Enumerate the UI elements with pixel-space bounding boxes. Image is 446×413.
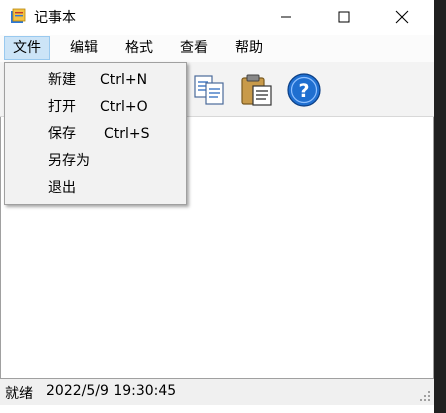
copy-icon <box>194 75 224 105</box>
paste-button[interactable] <box>239 72 275 108</box>
status-bar: 就绪 2022/5/9 19:30:45 <box>0 379 434 405</box>
maximize-icon <box>338 11 350 22</box>
menu-item-label: 另存为 <box>48 153 90 169</box>
paste-icon <box>241 74 272 106</box>
menu-file[interactable]: 文件 <box>4 36 50 60</box>
minimize-button[interactable] <box>257 0 315 33</box>
maximize-button[interactable] <box>315 0 373 33</box>
copy-button[interactable] <box>192 72 228 108</box>
notepad-window: 记事本 文件 编辑 格式 查看 帮助 ? 就绪 2022/5/9 19:30:4… <box>0 0 434 413</box>
menu-bar: 文件 编辑 格式 查看 帮助 <box>0 35 434 62</box>
status-ready-text: 就绪 <box>5 386 33 402</box>
menu-edit[interactable]: 编辑 <box>62 36 106 60</box>
file-menu-exit[interactable]: 退出 <box>7 175 184 201</box>
status-datetime: 2022/5/9 19:30:45 <box>46 383 177 399</box>
menu-item-label: 保存 <box>48 126 76 142</box>
close-icon <box>395 10 409 23</box>
menu-item-shortcut: Ctrl+N <box>100 72 148 88</box>
help-icon: ? <box>287 73 321 107</box>
menu-item-shortcut: Ctrl+S <box>104 126 150 142</box>
help-button[interactable]: ? <box>286 72 322 108</box>
file-menu-dropdown: 新建 Ctrl+N 打开 Ctrl+O 保存 Ctrl+S 另存为 退出 <box>4 62 187 205</box>
menu-item-label: 新建 <box>48 72 76 88</box>
file-menu-new[interactable]: 新建 Ctrl+N <box>7 67 184 93</box>
menu-item-label: 打开 <box>48 99 76 115</box>
window-title: 记事本 <box>34 10 76 26</box>
menu-view[interactable]: 查看 <box>172 36 216 60</box>
menu-item-shortcut: Ctrl+O <box>100 99 148 115</box>
menu-format[interactable]: 格式 <box>117 36 161 60</box>
title-bar[interactable]: 记事本 <box>0 0 434 33</box>
minimize-icon <box>281 16 291 17</box>
menu-help[interactable]: 帮助 <box>227 36 271 60</box>
file-menu-open[interactable]: 打开 Ctrl+O <box>7 94 184 120</box>
notepad-app-icon <box>11 8 26 23</box>
resize-grip-icon[interactable] <box>419 390 431 402</box>
menu-item-label: 退出 <box>48 180 76 196</box>
file-menu-save-as[interactable]: 另存为 <box>7 148 184 174</box>
close-button[interactable] <box>373 0 431 33</box>
svg-text:?: ? <box>298 80 309 102</box>
file-menu-save[interactable]: 保存 Ctrl+S <box>7 121 184 147</box>
